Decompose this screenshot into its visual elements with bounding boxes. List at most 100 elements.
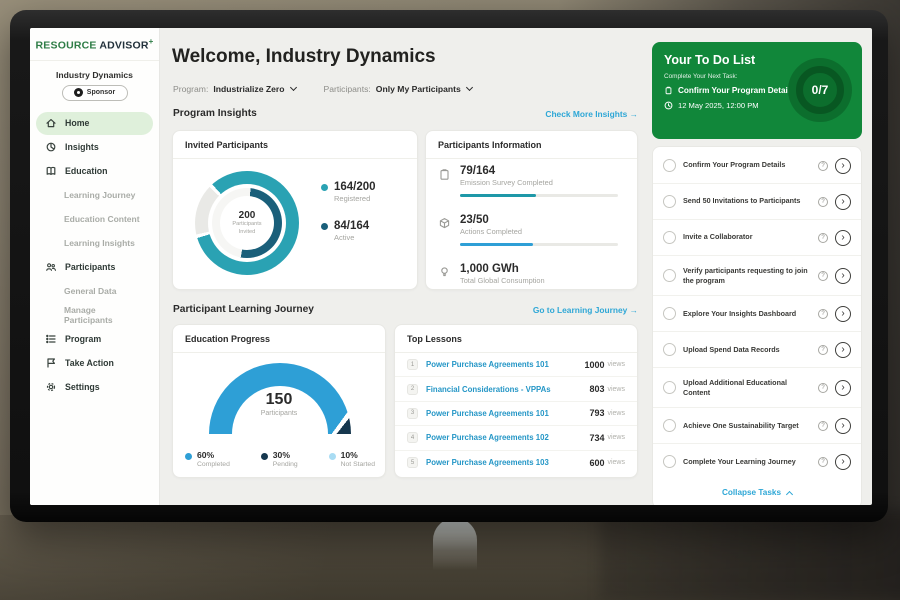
help-icon[interactable]: ? (818, 383, 828, 393)
participants-filter[interactable]: Participants:Only My Participants (324, 84, 472, 94)
sidebar-item-insights[interactable]: Insights (36, 136, 153, 159)
sidebar-item-settings[interactable]: Settings (36, 376, 153, 399)
todo-progress-count: 0/7 (812, 83, 829, 97)
learning-journey-heading: Participant Learning Journey (173, 304, 314, 315)
chevron-up-icon (786, 491, 793, 498)
lesson-row[interactable]: 4 Power Purchase Agreements 102 734 view… (395, 426, 637, 450)
task-arrow-button[interactable]: › (835, 454, 851, 470)
todo-due-label: 12 May 2025, 12:00 PM (678, 101, 759, 110)
lesson-row[interactable]: 1 Power Purchase Agreements 101 1000 vie… (395, 353, 637, 377)
program-filter-value: Industrialize Zero (213, 84, 284, 94)
task-row[interactable]: Invite a Collaborator ? › (653, 220, 861, 256)
task-checkbox[interactable] (663, 269, 676, 282)
collapse-tasks-link[interactable]: Collapse Tasks (653, 479, 861, 505)
todo-task-list: Confirm Your Program Details ? › Send 50… (652, 146, 862, 505)
stat-emission-survey: 79/164 Emission Survey Completed (438, 165, 553, 187)
lesson-row[interactable]: 5 Power Purchase Agreements 103 600 view… (395, 451, 637, 475)
sidebar-item-general-data[interactable]: General Data (36, 280, 153, 303)
sidebar-item-label: Learning Journey (64, 190, 135, 200)
task-arrow-button[interactable]: › (835, 158, 851, 174)
task-row[interactable]: Complete Your Learning Journey ? › (653, 444, 861, 479)
lesson-link[interactable]: Power Purchase Agreements 102 (426, 433, 589, 442)
lesson-views: 1000 (584, 360, 604, 370)
lesson-link[interactable]: Financial Considerations - VPPAs (426, 385, 589, 394)
task-arrow-button[interactable]: › (835, 418, 851, 434)
check-more-insights-link[interactable]: Check More Insights → (470, 109, 638, 119)
lesson-rank: 5 (407, 457, 418, 468)
help-icon[interactable]: ? (818, 309, 828, 319)
task-checkbox[interactable] (663, 419, 676, 432)
help-icon[interactable]: ? (818, 197, 828, 207)
education-legend: 60% Completed 30% Pending 10% Not Starte… (185, 450, 375, 468)
program-icon (45, 333, 57, 345)
task-row[interactable]: Achieve One Sustainability Target ? › (653, 408, 861, 444)
task-row[interactable]: Upload Additional Educational Content ? … (653, 368, 861, 408)
task-arrow-button[interactable]: › (835, 342, 851, 358)
sidebar-item-education-content[interactable]: Education Content (36, 208, 153, 231)
lesson-rank: 4 (407, 432, 418, 443)
actions-completed-value: 23/50 (460, 214, 522, 226)
task-row[interactable]: Upload Spend Data Records ? › (653, 332, 861, 368)
help-icon[interactable]: ? (818, 457, 828, 467)
logo-text-advisor: ADVISOR (99, 40, 148, 52)
sidebar-item-education[interactable]: Education (36, 160, 153, 183)
task-row[interactable]: Verify participants requesting to join t… (653, 256, 861, 296)
help-icon[interactable]: ? (818, 233, 828, 243)
sidebar-item-program[interactable]: Program (36, 328, 153, 351)
task-arrow-button[interactable]: › (835, 380, 851, 396)
lesson-views: 803 (589, 384, 604, 394)
program-filter[interactable]: Program:Industrialize Zero (173, 84, 296, 94)
lesson-views-suffix: views (607, 459, 625, 466)
task-checkbox[interactable] (663, 343, 676, 356)
sidebar-item-learning-journey[interactable]: Learning Journey (36, 184, 153, 207)
task-checkbox[interactable] (663, 455, 676, 468)
completed-value: 60% (197, 450, 230, 460)
actions-icon (438, 217, 451, 230)
sidebar-item-manage-participants[interactable]: Manage Participants (36, 304, 153, 327)
sidebar-item-label: Insights (65, 142, 99, 152)
active-value: 84/164 (334, 220, 369, 232)
task-checkbox[interactable] (663, 159, 676, 172)
task-checkbox[interactable] (663, 307, 676, 320)
todo-progress-ring: 0/7 (788, 58, 852, 122)
task-checkbox[interactable] (663, 381, 676, 394)
lesson-link[interactable]: Power Purchase Agreements 101 (426, 409, 589, 418)
help-icon[interactable]: ? (818, 161, 828, 171)
dashboard-screen: RESOURCE ADVISOR+ Industry Dynamics Spon… (30, 28, 872, 505)
sidebar-item-label: Participants (65, 262, 115, 272)
task-checkbox[interactable] (663, 231, 676, 244)
help-icon[interactable]: ? (818, 421, 828, 431)
lesson-row[interactable]: 2 Financial Considerations - VPPAs 803 v… (395, 377, 637, 401)
task-row[interactable]: Send 50 Invitations to Participants ? › (653, 184, 861, 220)
task-row[interactable]: Explore Your Insights Dashboard ? › (653, 296, 861, 332)
emission-survey-progress-track (460, 194, 618, 197)
top-lessons-card: Top Lessons 1 Power Purchase Agreements … (394, 324, 638, 478)
go-to-learning-journey-link[interactable]: Go to Learning Journey → (460, 305, 638, 315)
pending-label: Pending (273, 461, 298, 468)
lesson-views: 793 (589, 408, 604, 418)
sidebar-item-participants[interactable]: Participants (36, 256, 153, 279)
arrow-right-icon: → (630, 109, 638, 119)
app-logo: RESOURCE ADVISOR+ (30, 37, 159, 61)
task-arrow-button[interactable]: › (835, 194, 851, 210)
logo-plus: + (149, 37, 154, 46)
task-arrow-button[interactable]: › (835, 306, 851, 322)
help-icon[interactable]: ? (818, 271, 828, 281)
todo-summary-card: Your To Do List Complete Your Next Task:… (652, 42, 862, 139)
sidebar-item-label: Settings (65, 382, 100, 392)
arrow-right-icon: → (630, 305, 638, 315)
lesson-link[interactable]: Power Purchase Agreements 101 (426, 360, 584, 369)
active-dot (321, 223, 328, 230)
help-icon[interactable]: ? (818, 345, 828, 355)
task-checkbox[interactable] (663, 195, 676, 208)
task-arrow-button[interactable]: › (835, 230, 851, 246)
lesson-rank: 2 (407, 384, 418, 395)
sidebar-item-take-action[interactable]: Take Action (36, 352, 153, 375)
not-started-value: 10% (341, 450, 375, 460)
task-row[interactable]: Confirm Your Program Details ? › (653, 148, 861, 184)
lesson-link[interactable]: Power Purchase Agreements 103 (426, 458, 589, 467)
lesson-row[interactable]: 3 Power Purchase Agreements 101 793 view… (395, 402, 637, 426)
sidebar-item-learning-insights[interactable]: Learning Insights (36, 232, 153, 255)
task-arrow-button[interactable]: › (835, 268, 851, 284)
sidebar-item-home[interactable]: Home (36, 112, 153, 135)
